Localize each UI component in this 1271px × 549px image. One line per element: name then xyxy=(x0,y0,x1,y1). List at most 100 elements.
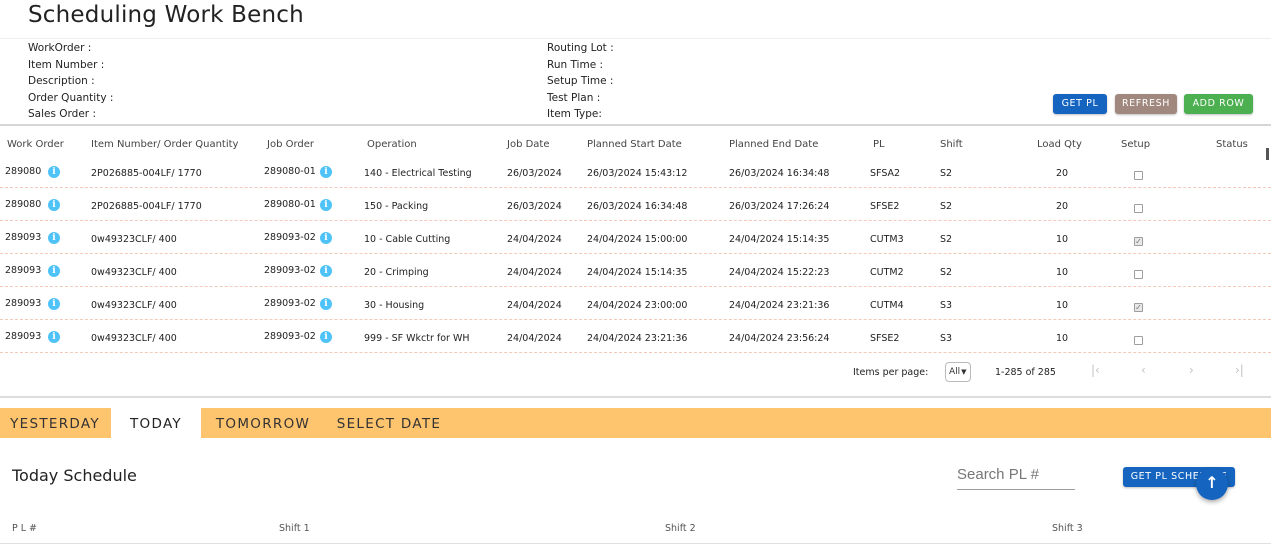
col-pl[interactable]: PL xyxy=(873,139,885,150)
detail-label-item-number: Item Number : xyxy=(28,58,105,71)
refresh-button[interactable]: REFRESH xyxy=(1115,94,1177,114)
cell-planned-start: 24/04/2024 15:14:35 xyxy=(587,267,688,278)
app-root: Scheduling Work Bench WorkOrder : Item N… xyxy=(0,0,1271,549)
first-page-icon[interactable]: |‹ xyxy=(1091,363,1100,377)
tab-tomorrow[interactable]: TOMORROW xyxy=(205,408,321,438)
scroll-top-button[interactable]: ↑ xyxy=(1196,468,1228,500)
cell-shift: S2 xyxy=(940,267,953,278)
work-order-info-icon[interactable]: i xyxy=(48,331,60,343)
setup-checkbox[interactable] xyxy=(1134,270,1143,279)
col-work-order[interactable]: Work Order xyxy=(7,139,64,150)
work-order-info-icon[interactable]: i xyxy=(48,166,60,178)
work-order-info-icon[interactable]: i xyxy=(48,265,60,277)
get-pl-button[interactable]: GET PL xyxy=(1053,94,1107,114)
work-order-info-icon[interactable]: i xyxy=(48,232,60,244)
col-job-date[interactable]: Job Date xyxy=(507,139,550,150)
detail-label-test-plan: Test Plan : xyxy=(547,91,601,104)
cell-job-order: 289080-01 xyxy=(264,199,316,210)
setup-checkbox[interactable] xyxy=(1134,336,1143,345)
col-planned-start[interactable]: Planned Start Date xyxy=(587,139,682,150)
schedule-col-shift2: Shift 2 xyxy=(665,523,696,534)
job-order-info-icon[interactable]: i xyxy=(320,199,332,211)
col-status[interactable]: Status xyxy=(1216,139,1248,150)
cell-load-qty: 10 xyxy=(1056,267,1069,278)
job-order-info-icon[interactable]: i xyxy=(320,331,332,343)
detail-label-order-quantity: Order Quantity : xyxy=(28,91,114,104)
table-row[interactable]: 289093 0w49323CLF/ 400 289093-02 999 - SF W… xyxy=(0,320,1271,353)
col-shift[interactable]: Shift xyxy=(940,139,963,150)
table-row[interactable]: 289080 2P026885-004LF/ 1770 289080-01 150 -… xyxy=(0,188,1271,221)
col-load-qty[interactable]: Load Qty xyxy=(1037,139,1082,150)
cell-pl: SFSE2 xyxy=(870,201,900,212)
detail-label-routing-lot: Routing Lot : xyxy=(547,42,614,54)
setup-checkbox[interactable] xyxy=(1134,204,1143,213)
cell-pl: SFSA2 xyxy=(870,168,901,179)
cell-work-order: 289093 xyxy=(5,265,42,276)
schedule-col-shift1: Shift 1 xyxy=(279,523,310,534)
col-job-order[interactable]: Job Order xyxy=(267,139,314,150)
cell-pl: SFSE2 xyxy=(870,333,900,344)
table-scrollbar[interactable] xyxy=(1266,148,1269,160)
setup-checkbox[interactable]: ✓ xyxy=(1134,303,1143,312)
table-row[interactable]: 289080 2P026885-004LF/ 1770 289080-01 140 -… xyxy=(0,155,1271,188)
setup-checkbox[interactable] xyxy=(1134,171,1143,180)
cell-operation: 999 - SF Wkctr for WH xyxy=(364,333,470,344)
col-item-number[interactable]: Item Number/ Order Quantity xyxy=(91,139,238,150)
last-page-icon[interactable]: ›| xyxy=(1235,363,1244,377)
cell-load-qty: 10 xyxy=(1056,300,1069,311)
cell-item-number: 2P026885-004LF/ 1770 xyxy=(91,201,202,212)
cell-job-order: 289093-02 xyxy=(264,232,316,243)
cell-planned-start: 24/04/2024 15:00:00 xyxy=(587,234,688,245)
cell-work-order: 289093 xyxy=(5,232,42,243)
details-right: Routing Lot : Run Time : Setup Time : Te… xyxy=(547,40,614,123)
tab-select-date[interactable]: SELECT DATE xyxy=(330,408,448,438)
items-per-page-label: Items per page: xyxy=(853,367,929,378)
cell-planned-end: 26/03/2024 16:34:48 xyxy=(729,168,830,179)
cell-planned-start: 24/04/2024 23:00:00 xyxy=(587,300,688,311)
search-pl-input[interactable] xyxy=(957,460,1075,490)
page-title: Scheduling Work Bench xyxy=(28,2,304,28)
cell-operation: 10 - Cable Cutting xyxy=(364,234,451,245)
work-order-info-icon[interactable]: i xyxy=(48,298,60,310)
work-order-info-icon[interactable]: i xyxy=(48,199,60,211)
schedule-title: Today Schedule xyxy=(12,466,137,485)
previous-page-icon[interactable]: ‹ xyxy=(1141,363,1146,377)
cell-job-order: 289093-02 xyxy=(264,331,316,342)
job-order-info-icon[interactable]: i xyxy=(320,265,332,277)
tab-yesterday[interactable]: YESTERDAY xyxy=(0,408,110,438)
cell-job-order: 289093-02 xyxy=(264,265,316,276)
cell-load-qty: 10 xyxy=(1056,234,1069,245)
add-row-button[interactable]: ADD ROW xyxy=(1184,94,1253,114)
cell-operation: 150 - Packing xyxy=(364,201,429,212)
table-row[interactable]: 289093 0w49323CLF/ 400 289093-02 20 - Crimp… xyxy=(0,254,1271,287)
cell-load-qty: 10 xyxy=(1056,333,1069,344)
cell-shift: S3 xyxy=(940,333,953,344)
table-row[interactable]: 289093 0w49323CLF/ 400 289093-02 30 - Housi… xyxy=(0,287,1271,320)
job-order-info-icon[interactable]: i xyxy=(320,166,332,178)
items-per-page-value: All xyxy=(949,367,961,377)
tab-label: TODAY xyxy=(130,416,182,432)
schedule-col-shift3: Shift 3 xyxy=(1052,523,1083,534)
day-tab-bar: YESTERDAY TODAY TOMORROW SELECT DATE xyxy=(0,408,1271,438)
cell-job-date: 26/03/2024 xyxy=(507,201,562,212)
cell-item-number: 0w49323CLF/ 400 xyxy=(91,300,177,311)
cell-load-qty: 20 xyxy=(1056,168,1069,179)
detail-label-run-time: Run Time : xyxy=(547,58,604,71)
next-page-icon[interactable]: › xyxy=(1189,363,1194,377)
job-order-info-icon[interactable]: i xyxy=(320,232,332,244)
cell-load-qty: 20 xyxy=(1056,201,1069,212)
setup-checkbox[interactable]: ✓ xyxy=(1134,237,1143,246)
job-order-info-icon[interactable]: i xyxy=(320,298,332,310)
col-operation[interactable]: Operation xyxy=(367,139,417,150)
pagination-range: 1-285 of 285 xyxy=(995,367,1056,378)
detail-label-item-type: Item Type: xyxy=(547,108,602,120)
arrow-up-icon: ↑ xyxy=(1205,473,1219,492)
items-per-page-select[interactable]: All▼ xyxy=(945,362,971,382)
cell-planned-end: 24/04/2024 15:22:23 xyxy=(729,267,830,278)
title-divider xyxy=(0,38,1271,39)
tab-today[interactable]: TODAY xyxy=(111,408,201,438)
cell-work-order: 289093 xyxy=(5,331,42,342)
col-setup[interactable]: Setup xyxy=(1121,139,1150,150)
table-row[interactable]: 289093 0w49323CLF/ 400 289093-02 10 - Cable… xyxy=(0,221,1271,254)
col-planned-end[interactable]: Planned End Date xyxy=(729,139,818,150)
